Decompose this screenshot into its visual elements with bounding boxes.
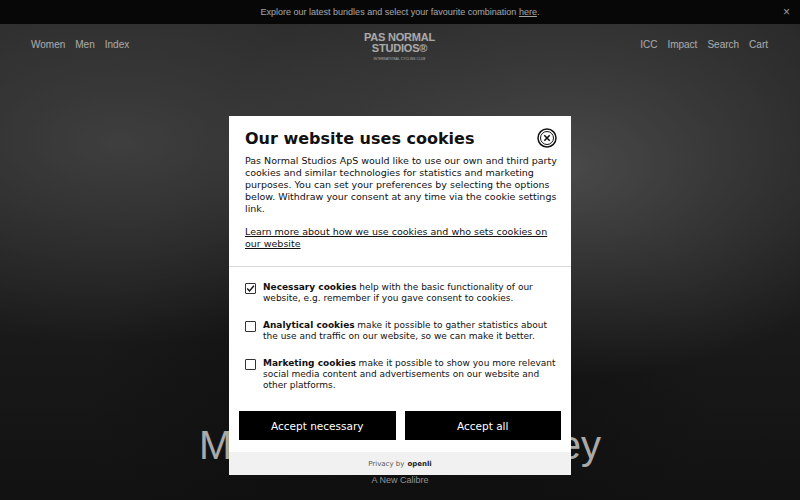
cookie-option[interactable]: Marketing cookiesmake it possible to sho… xyxy=(245,358,557,391)
checkbox[interactable] xyxy=(245,321,256,332)
dialog-header: Our website uses cookies Pas Normal Studi… xyxy=(229,116,571,267)
title-row: Our website uses cookies xyxy=(245,128,557,148)
option-text: Necessary cookieshelp with the basic fun… xyxy=(263,282,557,304)
learn-more-link[interactable]: Learn more about how we use cookies and … xyxy=(245,226,557,250)
dialog-description: Pas Normal Studios ApS would like to use… xyxy=(245,155,557,215)
close-button[interactable] xyxy=(537,128,557,148)
cookie-options: Necessary cookieshelp with the basic fun… xyxy=(229,267,571,391)
option-text: Marketing cookiesmake it possible to sho… xyxy=(263,358,557,391)
checkbox[interactable] xyxy=(245,359,256,370)
check-icon xyxy=(246,284,255,293)
option-label: Marketing cookies xyxy=(263,358,356,368)
page: Explore our latest bundles and select yo… xyxy=(0,0,800,500)
footer-brand[interactable]: openli xyxy=(407,460,431,468)
cookie-option[interactable]: Analytical cookiesmake it possible to ga… xyxy=(245,320,557,342)
close-icon xyxy=(537,128,557,148)
modal-overlay: Our website uses cookies Pas Normal Studi… xyxy=(0,0,800,500)
cookie-option[interactable]: Necessary cookieshelp with the basic fun… xyxy=(245,282,557,304)
footer-text: Privacy by xyxy=(368,460,404,468)
option-text: Analytical cookiesmake it possible to ga… xyxy=(263,320,557,342)
cookie-dialog: Our website uses cookies Pas Normal Studi… xyxy=(229,116,571,475)
option-label: Necessary cookies xyxy=(263,282,357,292)
dialog-title: Our website uses cookies xyxy=(245,129,474,148)
accept-button[interactable]: Accept all xyxy=(405,411,562,440)
dialog-buttons: Accept necessary Accept all xyxy=(229,391,571,452)
dialog-footer: Privacy byopenli xyxy=(229,452,571,475)
option-label: Analytical cookies xyxy=(263,320,355,330)
checkbox[interactable] xyxy=(245,283,256,294)
accept-button[interactable]: Accept necessary xyxy=(239,411,396,440)
